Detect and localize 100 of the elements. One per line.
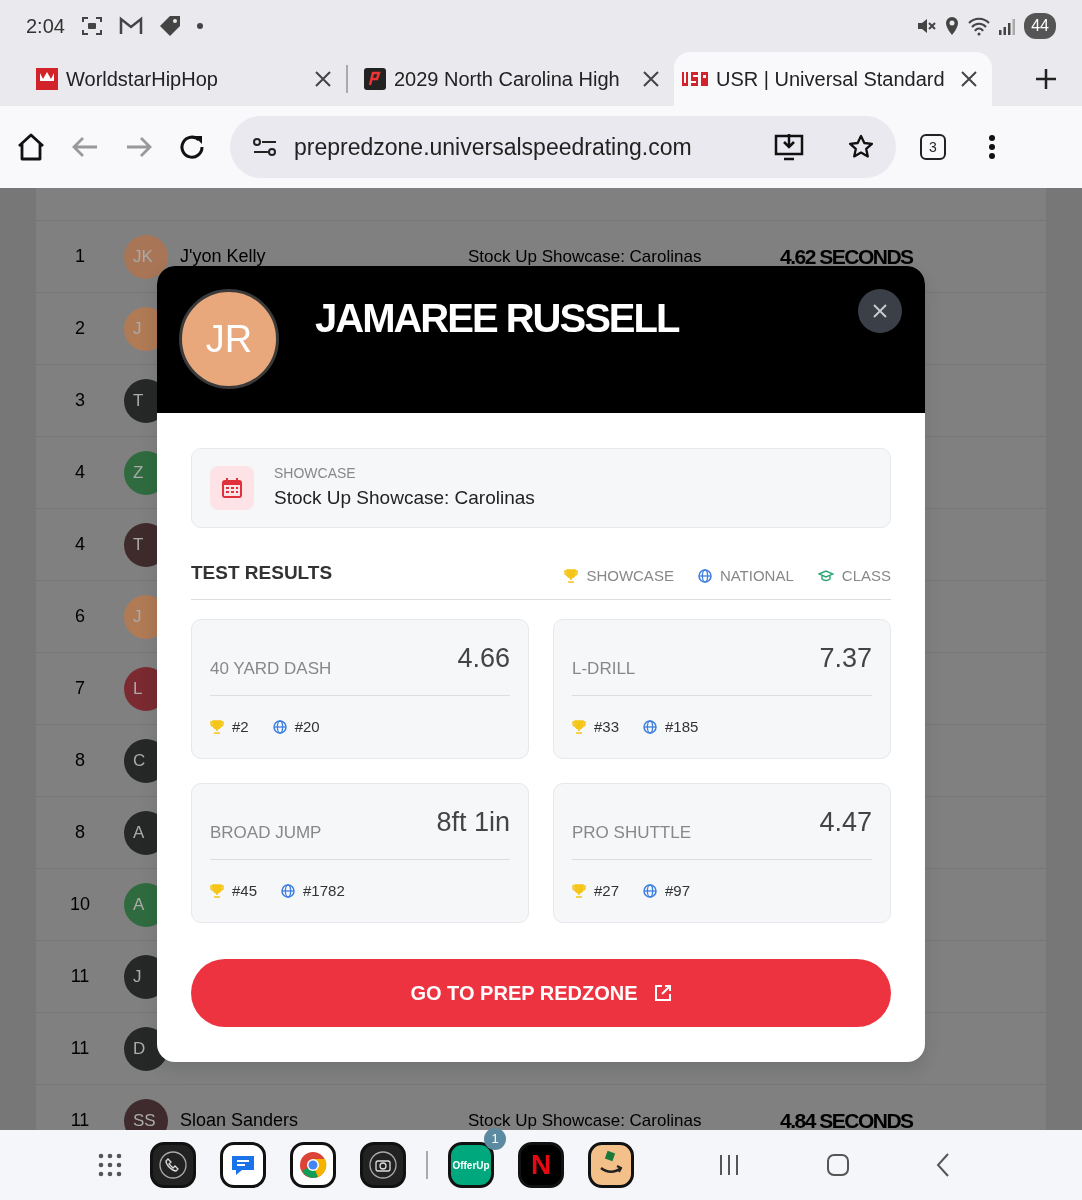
browser-tab[interactable]: WorldstarHipHop: [28, 52, 346, 106]
showcase-label: SHOWCASE: [274, 464, 357, 484]
tag-icon: [158, 15, 181, 37]
signal-icon: [998, 16, 1017, 36]
home-button-icon[interactable]: [826, 1153, 850, 1177]
test-value: 4.66: [457, 642, 510, 675]
address-bar[interactable]: prepredzone.universalspeedrating.com: [230, 116, 896, 178]
rank-cell-text: 7: [74, 677, 86, 700]
bookmark-star-icon[interactable]: [848, 134, 874, 160]
avatar-circle: JR: [179, 289, 279, 389]
messages-app-icon[interactable]: [220, 1142, 266, 1188]
rank-cell-text: 11: [69, 965, 91, 988]
rank-cell-text: 10: [69, 893, 91, 916]
showcase-name: Stock Up Showcase: Carolinas: [468, 1109, 703, 1130]
rank-cell-text: 3: [74, 389, 86, 412]
site-favicon-icon: [36, 68, 58, 90]
showcase-rank: #27: [594, 881, 620, 901]
section-title: TEST RESULTS: [191, 560, 334, 585]
test-value: 8ft 1in: [436, 806, 510, 839]
athlete-name: Sloan Sanders: [180, 1110, 299, 1130]
national-rank: #97: [665, 881, 691, 901]
globe-icon: [272, 720, 287, 735]
rank-cell-text: 2: [74, 317, 86, 340]
browser-tab[interactable]: 2029 North Carolina High: [356, 52, 674, 106]
prep-redzone-button[interactable]: GO TO PREP REDZONE: [191, 959, 891, 1027]
netflix-app-icon[interactable]: N: [518, 1142, 564, 1188]
globe-icon: [643, 720, 658, 735]
avatar-circle: JK: [124, 234, 168, 279]
showcase-rank: #33: [594, 717, 620, 737]
test-name: L-DRILL: [572, 658, 636, 680]
clock-time: 2:04: [26, 14, 65, 39]
test-value: 7.37: [819, 642, 872, 675]
test-value: 4.47: [819, 806, 872, 839]
close-icon: [872, 303, 888, 319]
tab-count[interactable]: 3: [920, 134, 946, 160]
browser-tab[interactable]: USR | Universal Standard: [674, 52, 992, 106]
graduation-cap-icon: [817, 568, 834, 583]
national-rank: #1782: [303, 881, 345, 901]
trophy-icon: [572, 884, 586, 899]
legend-label: NATIONAL: [719, 565, 794, 586]
national-rank: #185: [665, 717, 699, 737]
dot-icon: [196, 23, 203, 29]
browser-app-icon[interactable]: [290, 1142, 336, 1188]
close-icon[interactable]: [642, 70, 660, 88]
tab-title: 2029 North Carolina High: [394, 67, 621, 92]
recent-apps-icon[interactable]: [718, 1154, 740, 1176]
rank-cell-text: 8: [74, 821, 86, 844]
athlete-name: J'yon Kelly: [180, 246, 266, 266]
phone-app-icon[interactable]: [150, 1142, 196, 1188]
rank-cell-text: 6: [74, 605, 86, 628]
rank-cell-text: 8: [74, 749, 86, 772]
national-rank: #20: [294, 717, 320, 737]
rank-cell-text: 11: [69, 1109, 91, 1130]
new-tab-icon[interactable]: [1034, 67, 1058, 91]
showcase-rank: #45: [232, 881, 258, 901]
trophy-icon: [572, 720, 586, 735]
showcase-name: Stock Up Showcase: Carolinas: [468, 245, 703, 268]
location-icon: [944, 16, 961, 36]
result-time: 4.62 SECONDS: [780, 243, 913, 270]
mute-icon: [916, 16, 937, 36]
close-icon[interactable]: [314, 70, 332, 88]
back-button-icon[interactable]: [936, 1153, 950, 1177]
site-favicon-icon: [682, 70, 708, 88]
rank-cell-text: 4: [74, 461, 86, 484]
site-favicon-icon: [364, 68, 386, 90]
rank-cell-text: 11: [69, 1037, 91, 1060]
tab-title: WorldstarHipHop: [66, 67, 219, 92]
shopping-app-icon[interactable]: [588, 1142, 634, 1188]
test-name: BROAD JUMP: [210, 822, 322, 844]
trophy-icon: [564, 568, 579, 583]
trophy-icon: [210, 884, 224, 899]
wifi-icon: [968, 16, 991, 36]
download-monitor-icon[interactable]: [774, 132, 804, 162]
close-icon[interactable]: [960, 70, 978, 88]
calendar-icon: [210, 466, 254, 510]
legend-label: CLASS: [841, 565, 891, 586]
rank-cell-text: 4: [74, 533, 86, 556]
reload-icon[interactable]: [178, 133, 206, 161]
showcase-name: Stock Up Showcase: Carolinas: [274, 486, 535, 511]
mail-icon: [118, 16, 143, 36]
globe-icon: [697, 568, 712, 583]
site-settings-icon: [252, 136, 278, 158]
home-icon[interactable]: [16, 132, 46, 162]
rank-cell-text: 1: [74, 245, 86, 268]
tab-title: USR | Universal Standard: [716, 67, 946, 92]
avatar-circle: SS: [124, 1098, 168, 1130]
external-link-icon: [653, 984, 672, 1002]
notification-badge: 1: [484, 1128, 506, 1150]
athlete-name: JAMAREE RUSSELL: [315, 295, 679, 342]
camera-app-icon[interactable]: [360, 1142, 406, 1188]
legend-label: SHOWCASE: [586, 565, 674, 586]
app-drawer-icon[interactable]: [98, 1153, 122, 1177]
close-button[interactable]: [858, 289, 902, 333]
showcase-rank: #2: [232, 717, 249, 737]
globe-icon: [281, 884, 296, 899]
more-menu-icon[interactable]: [988, 134, 996, 160]
test-name: PRO SHUTTLE: [572, 822, 692, 844]
globe-icon: [643, 884, 658, 899]
result-time: 4.84 SECONDS: [780, 1107, 913, 1130]
battery-level: 44: [1024, 13, 1056, 39]
